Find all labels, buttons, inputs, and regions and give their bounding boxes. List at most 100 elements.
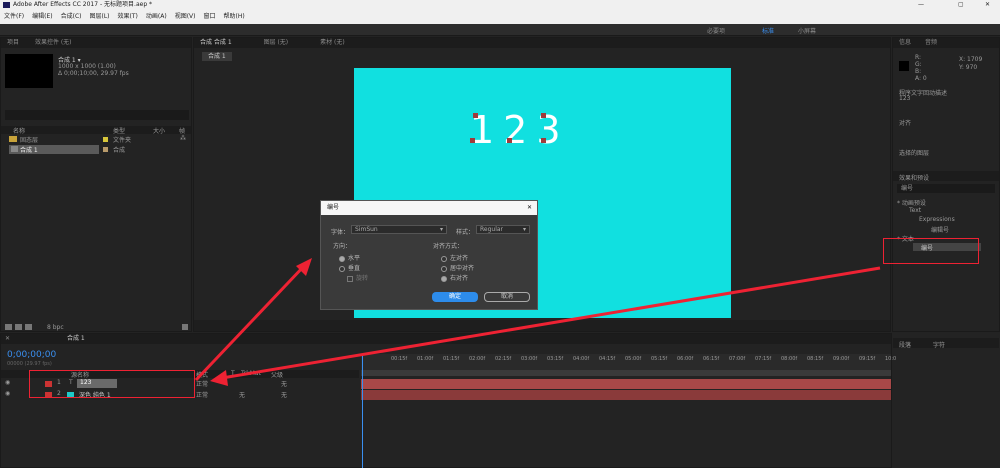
close-icon[interactable]: ✕ <box>5 334 10 344</box>
radio-align-left[interactable]: 左对齐 <box>441 253 468 262</box>
info-r: R: <box>915 54 922 61</box>
ruler-tick-label: 09:00f <box>833 356 850 362</box>
tab-effects-presets[interactable]: 效果和预设 <box>899 173 929 182</box>
layer-trkmat[interactable]: 无 <box>239 390 245 399</box>
menu-item[interactable]: 编辑(E) <box>32 13 52 20</box>
radio-horizontal[interactable]: 水平 <box>339 253 360 262</box>
menu-item[interactable]: 文件(F) <box>4 13 24 20</box>
layer-bar[interactable] <box>361 379 891 389</box>
new-comp-icon[interactable] <box>25 324 32 330</box>
menu-item[interactable]: 窗口 <box>203 13 215 20</box>
eye-icon[interactable]: ◉ <box>5 390 10 397</box>
project-item-comp[interactable]: 合成 1 合成 <box>1 145 191 154</box>
menu-item[interactable]: 视图(V) <box>175 13 196 20</box>
project-item-folder[interactable]: 固态层 文件夹 ⁂ <box>1 135 191 144</box>
column-frame[interactable]: 帧 <box>179 126 185 135</box>
project-search-input[interactable] <box>5 110 189 120</box>
radio-align-center[interactable]: 居中对齐 <box>441 263 474 272</box>
dialog-close-icon[interactable]: ✕ <box>527 201 532 215</box>
paragraph-panel-header: 段落 字符 <box>893 338 999 349</box>
menu-item[interactable]: 图层(L) <box>90 13 110 20</box>
layer-mode[interactable]: 正常 <box>196 390 208 399</box>
transform-handle[interactable] <box>541 113 546 118</box>
ok-button[interactable]: 确定 <box>432 292 478 302</box>
viewer-subtab[interactable]: 合成 1 <box>202 52 232 61</box>
ruler-tick-label: 07:00f <box>729 356 746 362</box>
transform-handle[interactable] <box>541 138 546 143</box>
column-trkmat[interactable]: TrkMat <box>241 370 261 377</box>
trash-icon[interactable] <box>182 324 188 330</box>
comp-info-size: 1000 x 1000 (1.00) <box>58 63 116 70</box>
layer-parent[interactable]: 无 <box>281 390 287 399</box>
effects-tab[interactable]: 效果控件 (无) <box>35 39 72 46</box>
column-mode[interactable]: 模式 <box>196 370 208 379</box>
style-label: 样式： <box>456 229 475 236</box>
transform-handle[interactable] <box>470 138 475 143</box>
menu-item[interactable]: 动画(A) <box>146 13 167 20</box>
tree-item-expressions[interactable]: Expressions <box>919 216 955 223</box>
ruler-tick-label: 04:00f <box>573 356 590 362</box>
tree-item-text[interactable]: Text <box>909 207 921 214</box>
presets-search-value: 编号 <box>901 185 914 192</box>
tab-audio[interactable]: 音频 <box>925 39 937 46</box>
presets-search-input[interactable]: 编号 <box>897 184 995 193</box>
viewer-tabs: 合成 合成 1 图层 (无) 素材 (无) <box>194 38 890 48</box>
transform-handle[interactable] <box>507 138 512 143</box>
work-area-bar[interactable] <box>361 370 891 376</box>
tab-footage[interactable]: 素材 (无) <box>320 39 345 46</box>
time-ruler[interactable]: 00:15f 01:00f 01:15f 02:00f 02:15f 03:00f 03:1… <box>361 354 896 370</box>
tree-item-preset[interactable]: 编辑号 <box>931 225 949 234</box>
ruler-tick-label: 01:15f <box>443 356 460 362</box>
workspace-small-screen[interactable]: 小屏幕 <box>798 26 816 35</box>
style-select[interactable]: Regular ▾ <box>476 225 530 234</box>
menu-item[interactable]: 帮助(H) <box>224 13 245 20</box>
column-size[interactable]: 大小 <box>153 126 165 135</box>
ruler-tick-label: 09:15f <box>859 356 876 362</box>
radio-label: 水平 <box>348 255 361 262</box>
presets-panel-header: 效果和预设 <box>893 171 999 182</box>
project-tab[interactable]: 项目 <box>7 39 19 46</box>
tab-info[interactable]: 信息 <box>899 39 911 46</box>
column-t[interactable]: T <box>231 370 235 377</box>
tab-paragraph[interactable]: 段落 <box>899 340 911 349</box>
project-item-label: 合成 1 <box>20 147 38 154</box>
menu-item[interactable]: 效果(T) <box>118 13 138 20</box>
layer-parent[interactable]: 无 <box>281 379 287 388</box>
timecode-display[interactable]: 0;00;00;00 <box>7 350 56 360</box>
eye-icon[interactable]: ◉ <box>5 379 10 386</box>
radio-align-right[interactable]: 右对齐 <box>441 273 468 282</box>
workspace-standard[interactable]: 标准 <box>762 26 774 35</box>
tab-layer[interactable]: 图层 (无) <box>264 39 289 46</box>
new-folder-icon[interactable] <box>15 324 22 330</box>
project-item-label: 固态层 <box>20 137 39 144</box>
title-bar: Adobe After Effects CC 2017 - 无标题项目.aep … <box>0 0 1000 10</box>
maximize-button[interactable]: ▢ <box>958 0 964 10</box>
bpc-toggle[interactable]: 8 bpc <box>47 324 64 331</box>
layer-bar[interactable] <box>361 390 891 400</box>
layer-mode[interactable]: 正常 <box>196 379 208 388</box>
rotate-checkbox[interactable]: 旋转 <box>347 273 368 282</box>
canvas-text-layer[interactable]: 123 <box>470 108 570 152</box>
direction-label: 方向： <box>333 243 352 250</box>
column-type[interactable]: 类型 <box>113 126 125 135</box>
tree-item-animation-presets[interactable]: * 动画预设 <box>897 198 926 207</box>
chevron-down-icon: ▾ <box>523 226 527 233</box>
radio-vertical[interactable]: 垂直 <box>339 263 360 272</box>
playhead[interactable] <box>362 354 363 468</box>
radio-label: 垂直 <box>348 265 361 272</box>
window-title: Adobe After Effects CC 2017 - 无标题项目.aep … <box>13 1 153 8</box>
workspace-essentials[interactable]: 必要项 <box>707 26 725 35</box>
timeline-tab-comp[interactable]: 合成 1 <box>67 334 85 344</box>
minimize-button[interactable]: — <box>918 0 924 10</box>
column-name[interactable]: 名称 <box>13 126 25 135</box>
transform-handle[interactable] <box>473 113 478 118</box>
menu-item[interactable]: 合成(C) <box>61 13 82 20</box>
close-button[interactable]: ✕ <box>985 0 990 10</box>
tab-character[interactable]: 字符 <box>933 340 945 349</box>
font-select[interactable]: SimSun ▾ <box>351 225 447 234</box>
column-parent[interactable]: 父级 <box>271 370 283 379</box>
interpret-footage-icon[interactable] <box>5 324 12 330</box>
dialog-title: 编号 <box>327 204 340 211</box>
tab-composition[interactable]: 合成 合成 1 <box>200 39 232 46</box>
cancel-button[interactable]: 取消 <box>484 292 530 302</box>
